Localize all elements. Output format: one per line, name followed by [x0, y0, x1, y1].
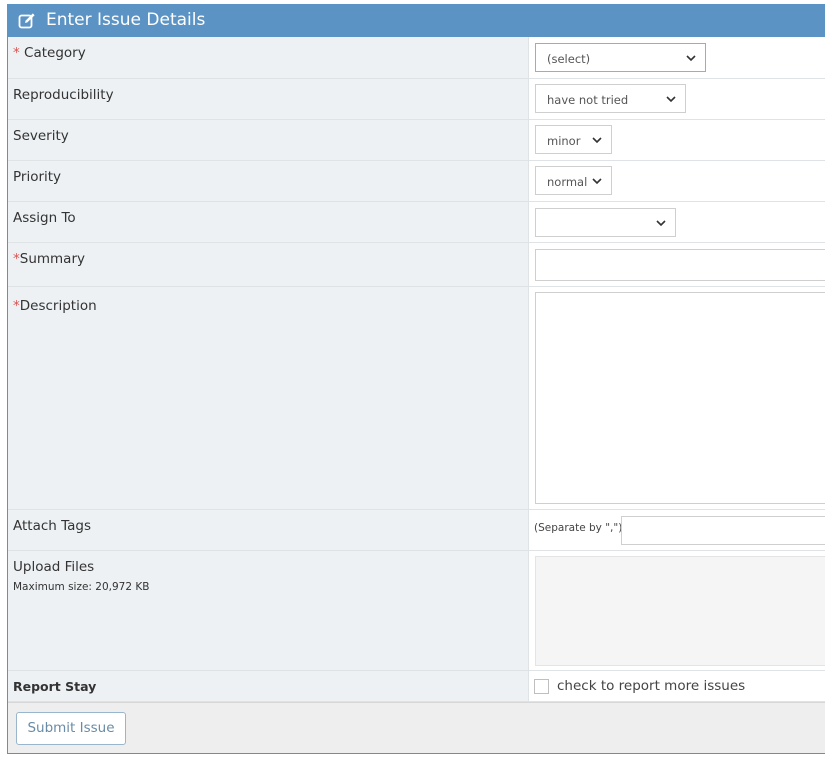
submit-issue-button[interactable]: Submit Issue [16, 712, 126, 745]
report-stay-value-cell: check to report more issues [529, 671, 825, 701]
severity-value-cell: minor [529, 120, 825, 160]
report-stay-label-cell: Report Stay [8, 671, 529, 701]
report-stay-checkbox[interactable] [534, 679, 549, 694]
category-select[interactable]: (select) [535, 43, 706, 72]
description-textarea[interactable] [535, 292, 825, 504]
row-report-stay: Report Stay check to report more issues [8, 671, 825, 702]
upload-files-value-cell [529, 551, 825, 670]
chevron-down-icon [656, 220, 666, 227]
required-marker: * [13, 45, 25, 61]
issue-form-panel: Enter Issue Details * Category (select) … [7, 4, 825, 754]
file-dropzone[interactable] [535, 556, 825, 666]
upload-files-label-cell: Upload Files Maximum size: 20,972 KB [8, 551, 529, 670]
assign-to-label: Assign To [13, 210, 76, 226]
form-header: Enter Issue Details [8, 4, 825, 37]
summary-label-text: Summary [19, 251, 85, 267]
row-severity: Severity minor [8, 120, 825, 161]
attach-tags-value-cell: (Separate by ",") [529, 510, 825, 550]
priority-label-cell: Priority [8, 161, 529, 201]
priority-select[interactable]: normal [535, 166, 612, 195]
report-stay-label: Report Stay [13, 679, 97, 694]
tags-separator-hint: (Separate by ",") [534, 522, 623, 534]
description-label: *Description [13, 298, 97, 314]
description-label-text: Description [19, 298, 97, 314]
row-attach-tags: Attach Tags (Separate by ",") [8, 510, 825, 551]
category-value-cell: (select) [529, 37, 825, 78]
priority-select-value: normal [547, 175, 588, 189]
row-description: *Description [8, 287, 825, 510]
severity-select[interactable]: minor [535, 125, 612, 154]
category-label: * Category [13, 45, 86, 61]
priority-value-cell: normal [529, 161, 825, 201]
priority-label: Priority [13, 169, 62, 185]
form-footer: Submit Issue [8, 702, 825, 753]
severity-select-value: minor [547, 134, 581, 148]
chevron-down-icon [592, 137, 602, 144]
row-reproducibility: Reproducibility have not tried [8, 79, 825, 120]
category-label-cell: * Category [8, 37, 529, 78]
assign-to-select[interactable] [535, 208, 676, 237]
assign-to-label-cell: Assign To [8, 202, 529, 242]
chevron-down-icon [592, 178, 602, 185]
row-upload-files: Upload Files Maximum size: 20,972 KB [8, 551, 825, 671]
reproducibility-select[interactable]: have not tried [535, 84, 686, 113]
summary-label-cell: *Summary [8, 243, 529, 286]
row-priority: Priority normal [8, 161, 825, 202]
attach-tags-label: Attach Tags [13, 518, 92, 534]
row-category: * Category (select) [8, 37, 825, 79]
summary-input[interactable] [535, 249, 825, 281]
report-stay-checkbox-label[interactable]: check to report more issues [557, 678, 745, 694]
reproducibility-label-cell: Reproducibility [8, 79, 529, 119]
category-label-text: Category [24, 45, 86, 61]
upload-files-label: Upload Files [13, 559, 95, 575]
reproducibility-value-cell: have not tried [529, 79, 825, 119]
chevron-down-icon [666, 96, 676, 103]
edit-icon [18, 12, 36, 30]
category-select-value: (select) [547, 52, 591, 66]
assign-to-value-cell [529, 202, 825, 242]
row-summary: *Summary [8, 243, 825, 287]
description-value-cell [529, 287, 825, 509]
required-marker: * [13, 251, 20, 267]
summary-label: *Summary [13, 251, 85, 267]
reproducibility-select-value: have not tried [547, 93, 629, 107]
severity-label-cell: Severity [8, 120, 529, 160]
row-assign-to: Assign To [8, 202, 825, 243]
attach-tags-label-cell: Attach Tags [8, 510, 529, 550]
form-title: Enter Issue Details [46, 10, 206, 30]
severity-label: Severity [13, 128, 69, 144]
summary-value-cell [529, 243, 825, 286]
max-size-note: Maximum size: 20,972 KB [13, 581, 150, 593]
reproducibility-label: Reproducibility [13, 87, 114, 103]
required-marker: * [13, 298, 20, 314]
chevron-down-icon [686, 55, 696, 62]
tags-input[interactable] [621, 516, 825, 545]
description-label-cell: *Description [8, 287, 529, 509]
